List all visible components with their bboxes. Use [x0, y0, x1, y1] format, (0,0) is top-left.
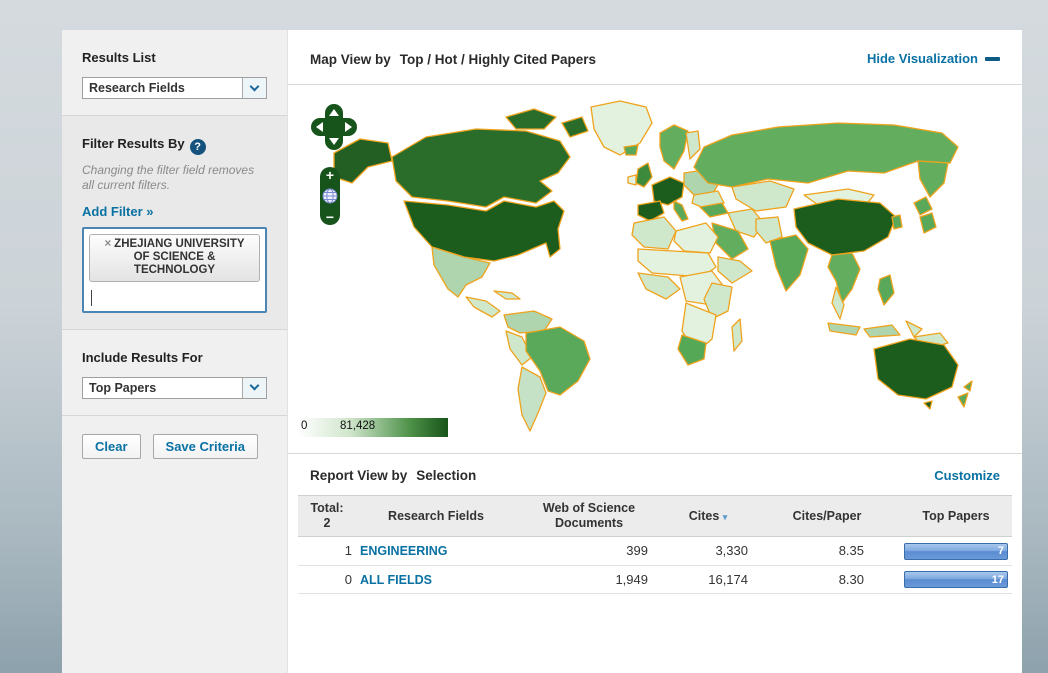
filter-tag[interactable]: ×ZHEJIANG UNIVERSITY OF SCIENCE & TECHNO… — [89, 234, 260, 282]
map-view-header: Map View by Top / Hot / Highly Cited Pape… — [288, 30, 1022, 85]
table-row: 1 ENGINEERING 399 3,330 8.35 7 — [298, 537, 1012, 566]
filter-results-section: Filter Results By? Changing the filter f… — [62, 116, 287, 330]
cites-value: 16,174 — [662, 565, 754, 594]
results-list-heading: Results List — [82, 50, 267, 65]
collapse-minus-icon[interactable] — [985, 57, 1000, 61]
filter-tags-box[interactable]: ×ZHEJIANG UNIVERSITY OF SCIENCE & TECHNO… — [82, 227, 267, 313]
clear-button[interactable]: Clear — [82, 434, 141, 459]
field-link-all-fields[interactable]: ALL FIELDS — [360, 573, 432, 587]
include-results-heading: Include Results For — [82, 350, 267, 365]
legend-min-value: 0 — [301, 420, 307, 432]
results-list-section: Results List Research Fields — [62, 30, 287, 116]
wos-docs-value: 1,949 — [516, 565, 662, 594]
report-table: Total: 2 Research Fields Web of Science … — [298, 495, 1012, 594]
main-panel: Map View by Top / Hot / Highly Cited Pape… — [288, 30, 1022, 673]
cites-per-paper-value: 8.35 — [754, 537, 900, 566]
results-list-select[interactable]: Research Fields — [82, 77, 267, 99]
chevron-down-icon[interactable] — [242, 78, 266, 98]
include-results-select[interactable]: Top Papers — [82, 377, 267, 399]
map-pan-control[interactable] — [310, 103, 358, 151]
col-wos-documents: Web of Science Documents — [516, 496, 662, 537]
report-view-title: Selection — [416, 468, 476, 483]
filter-tag-label: ZHEJIANG UNIVERSITY OF SCIENCE & TECHNOL… — [114, 238, 244, 276]
table-row: 0 ALL FIELDS 1,949 16,174 8.30 17 — [298, 565, 1012, 594]
row-rank: 0 — [298, 565, 356, 594]
col-research-fields: Research Fields — [356, 496, 516, 537]
col-cites-per-paper: Cites/Paper — [754, 496, 900, 537]
sort-descending-icon: ▾ — [723, 512, 728, 522]
col-cites-sortable[interactable]: Cites ▾ — [662, 496, 754, 537]
row-rank: 1 — [298, 537, 356, 566]
include-results-section: Include Results For Top Papers — [62, 330, 287, 416]
world-map-visualization[interactable]: + − 0 81,428 — [288, 85, 1022, 453]
filter-results-heading: Filter Results By — [82, 136, 185, 151]
legend-max-value: 81,428 — [340, 420, 375, 432]
map-color-legend: 0 81,428 — [298, 418, 448, 437]
globe-icon[interactable] — [322, 188, 338, 204]
save-criteria-button[interactable]: Save Criteria — [153, 434, 259, 459]
add-filter-link[interactable]: Add Filter » — [82, 204, 154, 219]
zoom-out-icon[interactable]: − — [326, 211, 334, 223]
zoom-in-icon[interactable]: + — [326, 169, 334, 181]
hide-visualization-link[interactable]: Hide Visualization — [867, 51, 978, 66]
col-total: Total: 2 — [298, 496, 356, 537]
cites-value: 3,330 — [662, 537, 754, 566]
map-zoom-control[interactable]: + − — [320, 167, 340, 225]
chevron-down-icon[interactable] — [242, 378, 266, 398]
sidebar-actions: Clear Save Criteria — [62, 416, 287, 477]
filter-note: Changing the filter field removes all cu… — [82, 163, 267, 193]
cites-per-paper-value: 8.30 — [754, 565, 900, 594]
include-results-selected-value: Top Papers — [83, 378, 242, 398]
top-papers-bar[interactable]: 7 — [904, 543, 1008, 560]
customize-link[interactable]: Customize — [934, 468, 1000, 483]
field-link-engineering[interactable]: ENGINEERING — [360, 544, 448, 558]
report-view-header: Report View by Selection Customize — [288, 453, 1022, 495]
help-icon[interactable]: ? — [190, 139, 206, 155]
map-view-title-prefix: Map View by — [310, 52, 391, 67]
choropleth-world-map[interactable] — [308, 91, 984, 436]
remove-tag-icon[interactable]: × — [104, 238, 111, 250]
map-view-title: Top / Hot / Highly Cited Papers — [400, 52, 596, 67]
top-papers-bar[interactable]: 17 — [904, 571, 1008, 588]
wos-docs-value: 399 — [516, 537, 662, 566]
results-list-selected-value: Research Fields — [83, 78, 242, 98]
app-window: Results List Research Fields Filter Resu… — [62, 30, 1022, 673]
text-cursor — [91, 290, 92, 306]
filter-sidebar: Results List Research Fields Filter Resu… — [62, 30, 288, 673]
table-header-row: Total: 2 Research Fields Web of Science … — [298, 496, 1012, 537]
report-view-title-prefix: Report View by — [310, 468, 407, 483]
col-top-papers: Top Papers — [900, 496, 1012, 537]
